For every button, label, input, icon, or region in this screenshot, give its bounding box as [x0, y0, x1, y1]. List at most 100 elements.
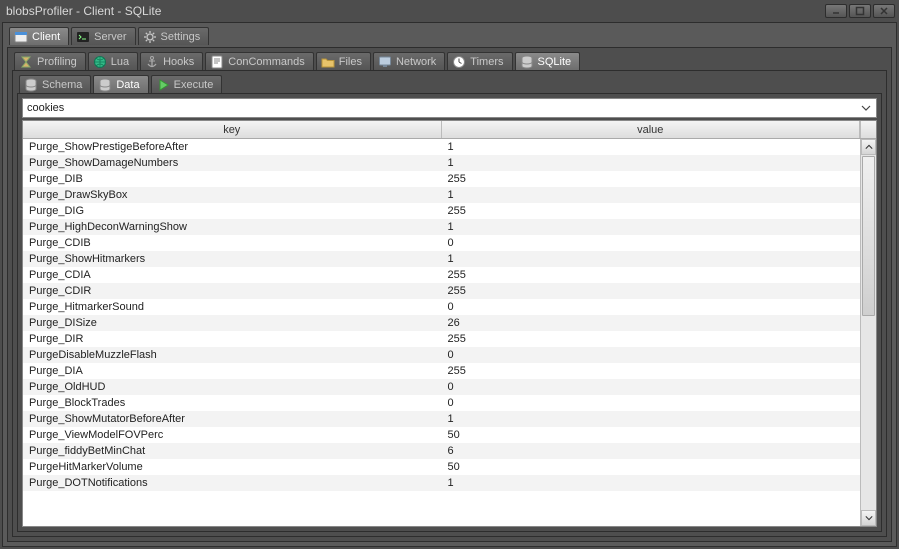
database-icon	[520, 55, 534, 69]
cell-key: Purge_BlockTrades	[23, 395, 442, 411]
table-row[interactable]: Purge_fiddyBetMinChat6	[23, 443, 860, 459]
maximize-button[interactable]	[849, 4, 871, 18]
tab-concommands[interactable]: ConCommands	[205, 52, 313, 70]
table-row[interactable]: Purge_ShowMutatorBeforeAfter1	[23, 411, 860, 427]
secondary-tab-row: ProfilingLuaHooks ConCommands Files Network…	[8, 48, 891, 70]
table-row[interactable]: Purge_DOTNotifications1	[23, 475, 860, 491]
tab-settings[interactable]: Settings	[138, 27, 210, 45]
cell-value: 0	[442, 379, 861, 395]
tertiary-tab-row: Schema Data Execute	[13, 71, 886, 93]
content-area: cookies key value Purge_ShowPrestigeBefo…	[17, 93, 882, 532]
data-grid: key value Purge_ShowPrestigeBeforeAfter1…	[22, 120, 877, 527]
table-row[interactable]: PurgeHitMarkerVolume50	[23, 459, 860, 475]
table-row[interactable]: Purge_ShowDamageNumbers1	[23, 155, 860, 171]
table-row[interactable]: Purge_HighDeconWarningShow1	[23, 219, 860, 235]
table-row[interactable]: Purge_DIR255	[23, 331, 860, 347]
table-row[interactable]: Purge_ShowPrestigeBeforeAfter1	[23, 139, 860, 155]
anchor-icon	[145, 55, 159, 69]
cell-value: 1	[442, 155, 861, 171]
cell-value: 1	[442, 219, 861, 235]
table-row[interactable]: Purge_HitmarkerSound0	[23, 299, 860, 315]
script-icon	[210, 55, 224, 69]
column-header-key[interactable]: key	[23, 121, 442, 138]
table-row[interactable]: Purge_CDIA255	[23, 267, 860, 283]
chevron-down-icon	[858, 100, 874, 116]
table-row[interactable]: Purge_DrawSkyBox1	[23, 187, 860, 203]
cell-key: Purge_ShowDamageNumbers	[23, 155, 442, 171]
close-button[interactable]	[873, 4, 895, 18]
table-row[interactable]: PurgeDisableMuzzleFlash0	[23, 347, 860, 363]
table-row[interactable]: Purge_DISize26	[23, 315, 860, 331]
table-row[interactable]: Purge_ShowHitmarkers1	[23, 251, 860, 267]
tab-timers[interactable]: Timers	[447, 52, 512, 70]
cell-key: Purge_DOTNotifications	[23, 475, 442, 491]
play-icon	[156, 78, 170, 92]
cell-value: 1	[442, 251, 861, 267]
tab-network[interactable]: Network	[373, 52, 445, 70]
cell-value: 50	[442, 427, 861, 443]
tab-label: Client	[32, 31, 60, 43]
app-icon	[14, 30, 28, 44]
cell-value: 255	[442, 267, 861, 283]
grid-body: Purge_ShowPrestigeBeforeAfter1Purge_Show…	[23, 139, 876, 526]
table-row[interactable]: Purge_OldHUD0	[23, 379, 860, 395]
cell-value: 255	[442, 171, 861, 187]
tab-server[interactable]: Server	[71, 27, 135, 45]
tab-label: Data	[116, 79, 139, 91]
table-row[interactable]: Purge_BlockTrades0	[23, 395, 860, 411]
scroll-thumb[interactable]	[862, 156, 875, 316]
tab-label: Timers	[470, 56, 503, 68]
cell-key: Purge_DIB	[23, 171, 442, 187]
tab-label: ConCommands	[228, 56, 304, 68]
cell-value: 1	[442, 475, 861, 491]
window-title: blobsProfiler - Client - SQLite	[4, 4, 823, 18]
cell-key: Purge_ViewModelFOVPerc	[23, 427, 442, 443]
tab-sqlite[interactable]: SQLite	[515, 52, 581, 70]
header-scroll-spacer	[860, 121, 876, 138]
scroll-down-button[interactable]	[861, 510, 876, 526]
gear-icon	[143, 30, 157, 44]
tab-data[interactable]: Data	[93, 75, 148, 93]
cell-key: Purge_HighDeconWarningShow	[23, 219, 442, 235]
tab-execute[interactable]: Execute	[151, 75, 223, 93]
cell-key: Purge_DISize	[23, 315, 442, 331]
cell-value: 255	[442, 283, 861, 299]
column-header-value[interactable]: value	[442, 121, 861, 138]
table-row[interactable]: Purge_DIB255	[23, 171, 860, 187]
table-row[interactable]: Purge_ViewModelFOVPerc50	[23, 427, 860, 443]
folder-icon	[321, 55, 335, 69]
table-select-combo[interactable]: cookies	[22, 98, 877, 118]
database-icon	[98, 78, 112, 92]
tab-label: Settings	[161, 31, 201, 43]
cell-value: 1	[442, 411, 861, 427]
tab-label: Files	[339, 56, 362, 68]
cell-key: Purge_HitmarkerSound	[23, 299, 442, 315]
monitor-icon	[378, 55, 392, 69]
cell-value: 0	[442, 395, 861, 411]
tab-lua[interactable]: Lua	[88, 52, 138, 70]
table-row[interactable]: Purge_DIG255	[23, 203, 860, 219]
clock-icon	[452, 55, 466, 69]
table-row[interactable]: Purge_CDIR255	[23, 283, 860, 299]
tab-client[interactable]: Client	[9, 27, 69, 45]
tab-schema[interactable]: Schema	[19, 75, 91, 93]
tab-label: SQLite	[538, 56, 572, 68]
tab-hooks[interactable]: Hooks	[140, 52, 203, 70]
tab-files[interactable]: Files	[316, 52, 371, 70]
cell-key: Purge_CDIR	[23, 283, 442, 299]
primary-tab-row: Client Server Settings	[3, 23, 896, 45]
cell-key: PurgeHitMarkerVolume	[23, 459, 442, 475]
scroll-up-button[interactable]	[861, 139, 876, 155]
table-row[interactable]: Purge_CDIB0	[23, 235, 860, 251]
table-row[interactable]: Purge_DIA255	[23, 363, 860, 379]
cell-value: 0	[442, 347, 861, 363]
terminal-icon	[76, 30, 90, 44]
tab-profiling[interactable]: Profiling	[14, 52, 86, 70]
cell-value: 50	[442, 459, 861, 475]
cell-key: Purge_ShowHitmarkers	[23, 251, 442, 267]
cell-key: Purge_OldHUD	[23, 379, 442, 395]
minimize-button[interactable]	[825, 4, 847, 18]
tertiary-panel: Schema Data Execute cookies key value	[12, 70, 887, 537]
cell-key: Purge_CDIA	[23, 267, 442, 283]
vertical-scrollbar[interactable]	[860, 139, 876, 526]
